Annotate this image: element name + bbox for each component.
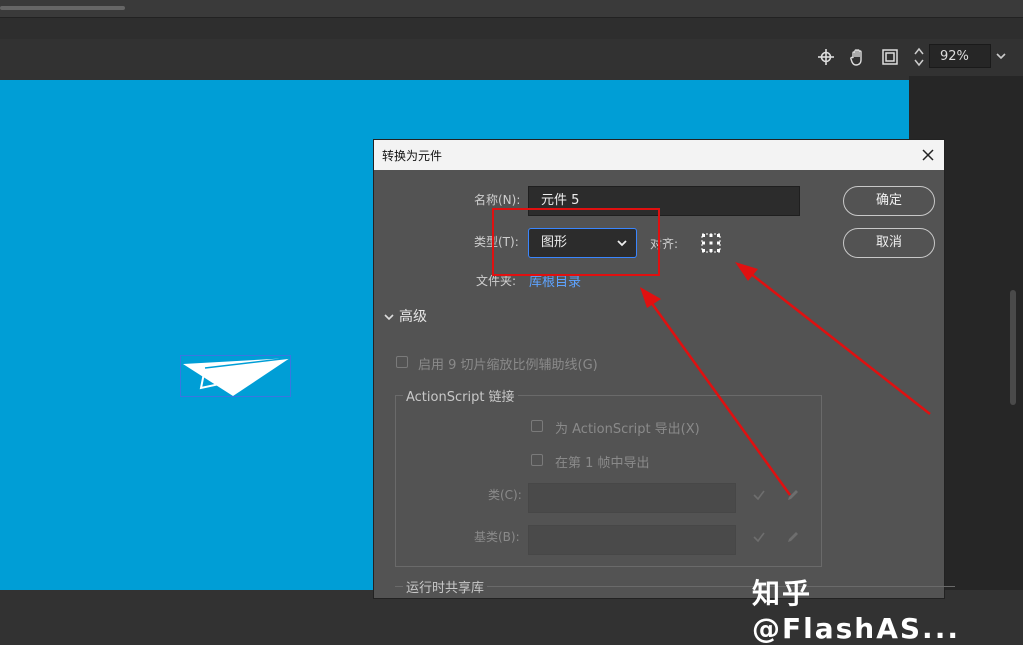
stage-toolbar xyxy=(0,39,1023,76)
zoom-dropdown-icon[interactable] xyxy=(992,44,1010,68)
export-as-label: 为 ActionScript 导出(X) xyxy=(555,422,700,437)
watermark: 知乎 @FlashAS... xyxy=(752,577,960,645)
name-label: 名称(N): xyxy=(474,193,521,207)
nine-slice-checkbox[interactable] xyxy=(396,356,408,368)
advanced-toggle[interactable]: 高级 xyxy=(384,306,427,326)
cancel-button[interactable]: 取消 xyxy=(843,228,935,258)
clip-content-icon[interactable] xyxy=(880,47,900,67)
class-input[interactable] xyxy=(528,483,736,513)
annotation-highlight-box xyxy=(492,208,660,276)
center-stage-icon[interactable] xyxy=(816,47,836,67)
pencil-icon[interactable] xyxy=(786,530,800,544)
chevron-down-icon xyxy=(384,313,394,320)
nine-slice-label: 启用 9 切片缩放比例辅助线(G) xyxy=(418,358,598,373)
export-as-checkbox[interactable] xyxy=(531,420,543,432)
base-class-input[interactable] xyxy=(528,525,736,555)
close-icon[interactable] xyxy=(918,145,938,165)
dialog-titlebar[interactable]: 转换为元件 xyxy=(374,140,944,170)
actionscript-group-label: ActionScript 链接 xyxy=(403,386,518,405)
export-frame-label: 在第 1 帧中导出 xyxy=(555,456,650,471)
runtime-shared-label: 运行时共享库 xyxy=(403,577,488,596)
class-label: 类(C): xyxy=(488,488,522,502)
timeline-strip xyxy=(0,17,1023,40)
check-icon[interactable] xyxy=(752,488,766,502)
top-bar xyxy=(0,0,1023,17)
export-frame-checkbox[interactable] xyxy=(531,454,543,466)
base-class-label: 基类(B): xyxy=(474,530,520,544)
registration-grid-icon[interactable] xyxy=(701,233,721,253)
dialog-title: 转换为元件 xyxy=(382,149,443,163)
zoom-stepper-icon[interactable] xyxy=(912,45,926,69)
hand-tool-icon[interactable] xyxy=(848,47,868,67)
ok-button[interactable]: 确定 xyxy=(843,186,935,216)
pencil-icon[interactable] xyxy=(786,488,800,502)
check-icon[interactable] xyxy=(752,530,766,544)
paper-plane-icon xyxy=(183,357,291,396)
zoom-input[interactable]: 92% xyxy=(929,44,991,68)
advanced-label: 高级 xyxy=(399,309,427,325)
selected-symbol-bounds[interactable] xyxy=(180,355,291,397)
horizontal-scrollbar[interactable] xyxy=(0,6,125,10)
vertical-scrollbar[interactable] xyxy=(1010,290,1016,405)
